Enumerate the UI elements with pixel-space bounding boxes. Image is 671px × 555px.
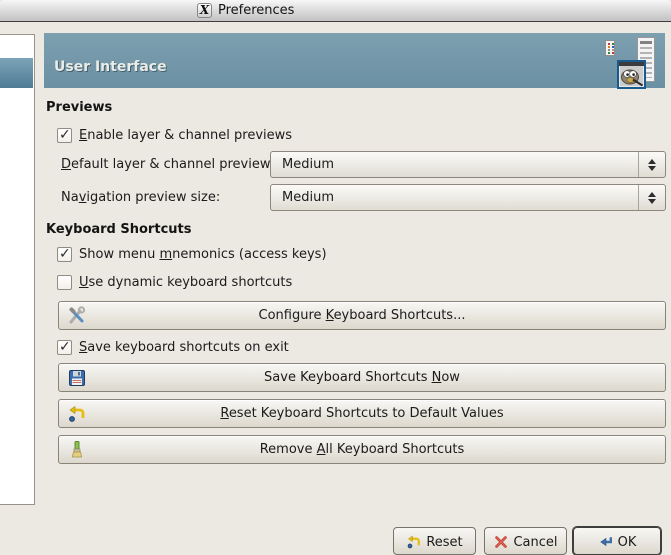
button-label: OK: [617, 534, 637, 550]
configure-shortcuts-button[interactable]: Configure Keyboard Shortcuts...: [58, 301, 666, 330]
sidebar-selected-item[interactable]: [0, 58, 33, 88]
cancel-button[interactable]: Cancel: [484, 527, 567, 555]
previews-section-title: Previews: [46, 100, 113, 115]
button-label: Remove All Keyboard Shortcuts: [259, 442, 465, 457]
button-label: Save Keyboard Shortcuts Now: [264, 370, 460, 385]
enable-previews-checkbox[interactable]: ✓ Enable layer & channel previews: [57, 127, 292, 143]
wilber-icon: [617, 60, 646, 89]
default-preview-size-label: Default layer & channel preview size:: [61, 157, 305, 172]
page-header-banner: User Interface: [44, 33, 665, 89]
return-arrow-icon: [599, 537, 612, 547]
ok-button[interactable]: OK: [573, 527, 661, 555]
wrench-icon: [69, 306, 86, 324]
remove-shortcuts-button[interactable]: Remove All Keyboard Shortcuts: [58, 435, 666, 464]
checkbox-label: Enable layer & channel previews: [79, 127, 293, 143]
checkbox-label: Show menu mnemonics (access keys): [79, 246, 327, 262]
x11-logo-icon: X: [197, 3, 212, 18]
checkbox-box[interactable]: ✓: [57, 339, 72, 355]
preferences-category-tree[interactable]: [0, 34, 35, 505]
cancel-x-icon: [495, 536, 508, 548]
revert-icon: [69, 405, 85, 422]
button-label: Reset Keyboard Shortcuts to Default Valu…: [220, 406, 504, 421]
combo-arrows-icon[interactable]: [638, 152, 665, 177]
default-preview-size-select[interactable]: Medium: [270, 151, 666, 178]
window-title: Preferences: [218, 3, 295, 18]
window-titlebar: X Preferences: [0, 0, 671, 22]
floppy-icon: [69, 370, 85, 386]
button-label: Cancel: [513, 534, 558, 550]
button-label: Configure Keyboard Shortcuts...: [258, 308, 466, 323]
save-shortcuts-now-button[interactable]: Save Keyboard Shortcuts Now: [58, 363, 666, 392]
navigation-preview-size-label: Navigation preview size:: [61, 190, 221, 205]
combo-value: Medium: [282, 157, 334, 172]
gimp-toolbox-icon: [605, 40, 615, 56]
checkbox-box[interactable]: ✓: [57, 246, 72, 262]
page-title: User Interface: [54, 59, 167, 75]
combo-arrows-icon[interactable]: [638, 185, 665, 210]
checkbox-label: Save keyboard shortcuts on exit: [79, 339, 289, 355]
reset-button[interactable]: Reset: [393, 527, 476, 555]
show-mnemonics-checkbox[interactable]: ✓ Show menu mnemonics (access keys): [57, 246, 327, 262]
navigation-preview-size-select[interactable]: Medium: [270, 184, 666, 211]
revert-icon: [408, 535, 421, 549]
reset-shortcuts-button[interactable]: Reset Keyboard Shortcuts to Default Valu…: [58, 399, 666, 428]
checkbox-box[interactable]: [57, 274, 72, 290]
button-label: Reset: [426, 534, 463, 550]
combo-value: Medium: [282, 190, 334, 205]
checkbox-label: Use dynamic keyboard shortcuts: [79, 274, 293, 290]
checkbox-box[interactable]: ✓: [57, 127, 72, 143]
brush-icon: [71, 441, 83, 458]
save-on-exit-checkbox[interactable]: ✓ Save keyboard shortcuts on exit: [57, 339, 289, 355]
keyboard-shortcuts-section-title: Keyboard Shortcuts: [46, 222, 192, 237]
dynamic-shortcuts-checkbox[interactable]: Use dynamic keyboard shortcuts: [57, 274, 292, 290]
